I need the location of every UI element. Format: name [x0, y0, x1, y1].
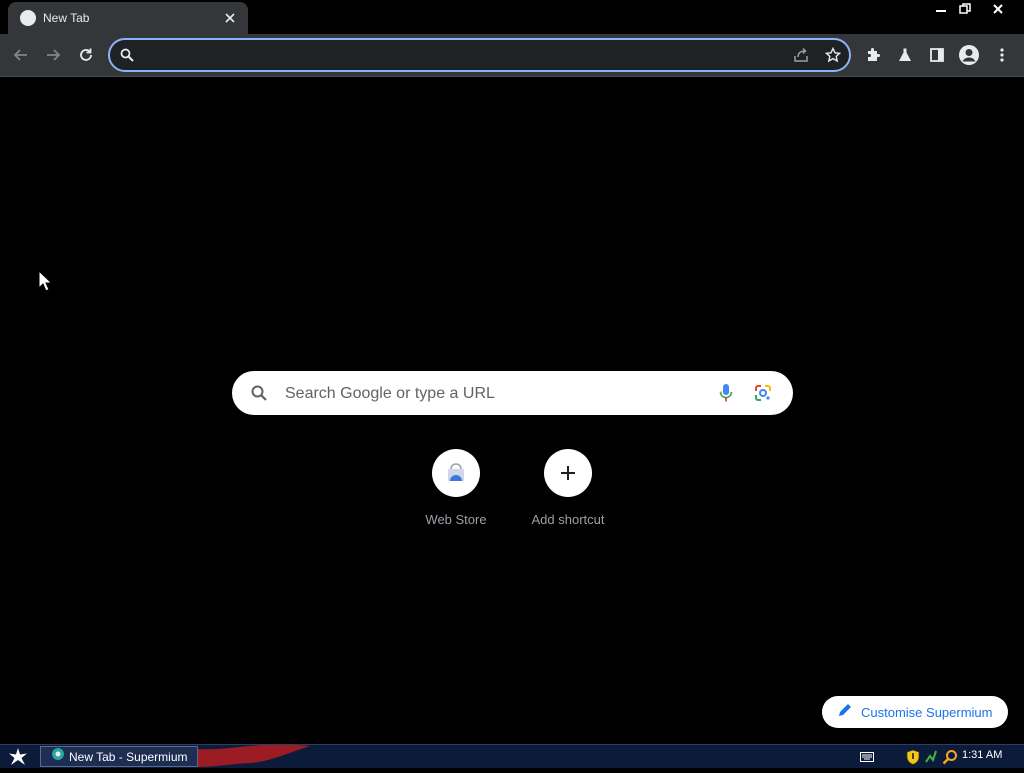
taskbar-item-browser[interactable]: New Tab - Supermium	[40, 746, 198, 767]
labs-icon[interactable]	[890, 40, 920, 70]
forward-icon[interactable]	[38, 40, 68, 70]
keyboard-icon[interactable]	[860, 748, 874, 766]
search-icon	[119, 47, 135, 63]
web-store-icon	[432, 449, 480, 497]
start-button-icon[interactable]	[6, 746, 30, 768]
shortcut-label: Web Store	[425, 512, 487, 527]
wallpaper-flag-icon	[198, 744, 313, 773]
close-icon[interactable]	[222, 10, 238, 26]
address-input[interactable]	[142, 40, 786, 72]
mouse-cursor-icon	[38, 269, 53, 297]
address-bar[interactable]	[108, 38, 851, 72]
ntp-search-box[interactable]	[232, 371, 793, 417]
ntp-search-input[interactable]	[283, 371, 707, 417]
profile-icon[interactable]	[954, 40, 984, 70]
shortcut-add[interactable]: Add shortcut	[513, 449, 623, 539]
share-icon[interactable]	[793, 47, 809, 63]
tab-strip: New Tab	[0, 0, 1024, 34]
microphone-icon[interactable]	[716, 383, 736, 403]
plus-icon	[544, 449, 592, 497]
restore-icon[interactable]	[952, 0, 978, 18]
browser-toolbar	[0, 34, 1024, 77]
customise-label: Customise Supermium	[861, 704, 993, 720]
shortcut-web-store[interactable]: Web Store	[401, 449, 511, 539]
tab-title: New Tab	[43, 11, 90, 25]
supermium-icon	[51, 747, 65, 766]
taskbar-clock: 1:31 AM	[962, 749, 1003, 761]
minimize-icon[interactable]	[928, 0, 954, 18]
search-magnifier-icon[interactable]	[942, 748, 958, 766]
back-icon[interactable]	[6, 40, 36, 70]
shortcut-label: Add shortcut	[531, 512, 605, 527]
extensions-icon[interactable]	[858, 40, 888, 70]
side-panel-icon[interactable]	[922, 40, 952, 70]
security-shield-icon[interactable]	[906, 748, 920, 766]
tab-new-tab[interactable]: New Tab	[8, 2, 248, 34]
bookmark-star-icon[interactable]	[825, 47, 841, 63]
taskbar: New Tab - Supermium 1:31 AM	[0, 744, 1024, 768]
globe-icon	[20, 10, 36, 26]
google-lens-icon[interactable]	[753, 383, 773, 403]
network-icon[interactable]	[924, 748, 938, 766]
window-close-icon[interactable]	[985, 0, 1011, 18]
reload-icon[interactable]	[71, 40, 101, 70]
taskbar-item-label: New Tab - Supermium	[69, 749, 188, 764]
search-icon	[249, 383, 269, 403]
pencil-icon	[838, 703, 852, 722]
customise-button[interactable]: Customise Supermium	[822, 696, 1008, 728]
menu-icon[interactable]	[987, 40, 1017, 70]
